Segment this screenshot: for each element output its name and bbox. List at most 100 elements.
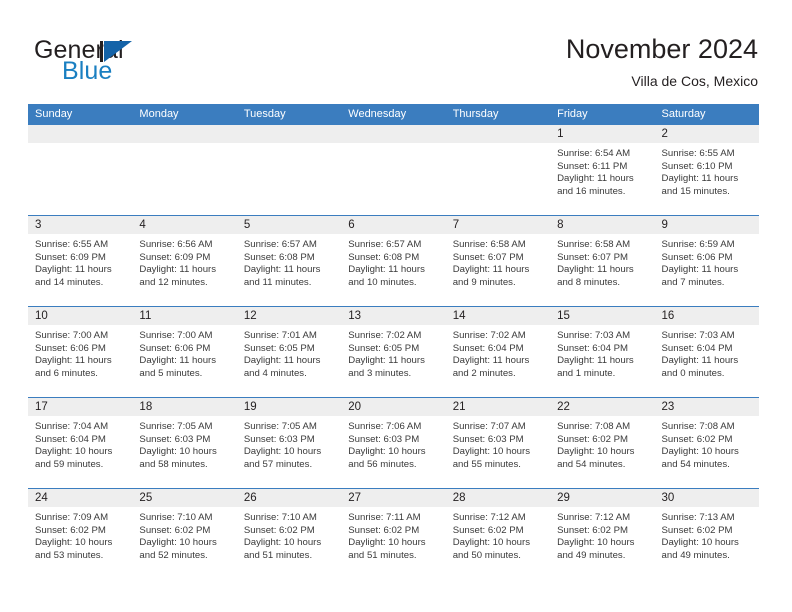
daylight-text-line1: Daylight: 11 hours (661, 264, 739, 276)
day-cell[interactable]: Sunrise: 6:57 AM Sunset: 6:08 PM Daylight:… (237, 234, 341, 306)
sunset-text: Sunset: 6:03 PM (452, 433, 524, 445)
day-cell[interactable]: Sunrise: 7:00 AM Sunset: 6:06 PM Daylight:… (28, 325, 132, 397)
day-cell[interactable]: Sunrise: 7:10 AM Sunset: 6:02 PM Daylight:… (132, 507, 236, 579)
day-number[interactable]: 15 (550, 307, 654, 325)
day-cell[interactable]: Sunrise: 7:05 AM Sunset: 6:03 PM Daylight:… (237, 416, 341, 488)
day-cell[interactable]: Sunrise: 7:00 AM Sunset: 6:06 PM Daylight:… (132, 325, 236, 397)
day-number[interactable]: 20 (341, 398, 445, 416)
day-number[interactable]: 16 (655, 307, 759, 325)
day-cell[interactable]: Sunrise: 6:54 AM Sunset: 6:11 PM Daylight:… (550, 143, 654, 215)
sunset-text: Sunset: 6:07 PM (557, 251, 629, 263)
daylight-text-line2: and 6 minutes. (35, 367, 98, 379)
sunrise-text: Sunrise: 7:00 AM (35, 330, 109, 341)
sunrise-text: Sunrise: 7:08 AM (661, 421, 735, 432)
sunrise-text: Sunrise: 7:03 AM (661, 330, 735, 341)
day-number[interactable]: 9 (655, 216, 759, 234)
daylight-text-line1: Daylight: 11 hours (243, 264, 321, 276)
daylight-text-line2: and 9 minutes. (452, 276, 516, 288)
day-number[interactable]: 7 (446, 216, 550, 234)
day-cell[interactable]: Sunrise: 7:13 AM Sunset: 6:02 PM Daylight:… (655, 507, 759, 579)
day-number[interactable]: 25 (132, 489, 236, 507)
day-number[interactable]: 28 (446, 489, 550, 507)
day-cell[interactable]: Sunrise: 6:57 AM Sunset: 6:08 PM Daylight:… (341, 234, 445, 306)
daylight-text-line2: and 3 minutes. (348, 367, 412, 379)
day-number[interactable]: 13 (341, 307, 445, 325)
daylight-text-line1: Daylight: 11 hours (661, 355, 739, 367)
day-number[interactable]: 10 (28, 307, 132, 325)
day-number[interactable]: 22 (550, 398, 654, 416)
day-cell[interactable]: Sunrise: 7:01 AM Sunset: 6:05 PM Daylight:… (237, 325, 341, 397)
day-number[interactable]: 2 (655, 125, 759, 143)
daylight-text-line2: and 4 minutes. (243, 367, 307, 379)
day-number[interactable]: 3 (28, 216, 132, 234)
day-cell[interactable]: Sunrise: 7:07 AM Sunset: 6:03 PM Daylight:… (446, 416, 550, 488)
day-cell[interactable]: Sunrise: 6:55 AM Sunset: 6:10 PM Daylight:… (655, 143, 759, 215)
daylight-text-line1: Daylight: 10 hours (557, 446, 635, 458)
daylight-text-line2: and 50 minutes. (452, 549, 521, 561)
day-cell[interactable]: Sunrise: 6:55 AM Sunset: 6:09 PM Daylight:… (28, 234, 132, 306)
day-cell[interactable]: Sunrise: 7:03 AM Sunset: 6:04 PM Daylight:… (550, 325, 654, 397)
day-number[interactable]: 8 (550, 216, 654, 234)
day-number[interactable]: 27 (341, 489, 445, 507)
day-cell[interactable]: Sunrise: 6:56 AM Sunset: 6:09 PM Daylight:… (132, 234, 236, 306)
day-cell[interactable]: Sunrise: 7:08 AM Sunset: 6:02 PM Daylight:… (655, 416, 759, 488)
day-cell[interactable]: Sunrise: 6:58 AM Sunset: 6:07 PM Daylight:… (550, 234, 654, 306)
day-cell[interactable]: Sunrise: 7:06 AM Sunset: 6:03 PM Daylight:… (341, 416, 445, 488)
daylight-text-line1: Daylight: 11 hours (35, 355, 112, 367)
day-cell[interactable]: Sunrise: 7:03 AM Sunset: 6:04 PM Daylight:… (655, 325, 759, 397)
calendar-weeks: 1 2 Sunrise: 6:54 AM Sunset: 6:11 PM Dayligh… (28, 125, 759, 579)
daylight-text-line1: Daylight: 10 hours (452, 537, 531, 549)
day-number[interactable]: 11 (132, 307, 236, 325)
day-number[interactable]: 6 (341, 216, 445, 234)
day-cell[interactable]: Sunrise: 6:58 AM Sunset: 6:07 PM Daylight:… (446, 234, 550, 306)
weekday-header-saturday: Saturday (661, 108, 706, 120)
day-number[interactable]: 12 (237, 307, 341, 325)
day-cell[interactable]: Sunrise: 7:02 AM Sunset: 6:05 PM Daylight:… (341, 325, 445, 397)
sunset-text: Sunset: 6:03 PM (243, 433, 315, 445)
day-cell[interactable]: Sunrise: 7:04 AM Sunset: 6:04 PM Daylight:… (28, 416, 132, 488)
day-cell[interactable]: Sunrise: 7:10 AM Sunset: 6:02 PM Daylight:… (237, 507, 341, 579)
daylight-text-line2: and 8 minutes. (557, 276, 621, 288)
weekday-header-row: Sunday Monday Tuesday Wednesday Thursday Frid… (28, 104, 759, 125)
sunset-text: Sunset: 6:02 PM (557, 433, 629, 445)
day-number[interactable]: 21 (446, 398, 550, 416)
day-number[interactable]: 23 (655, 398, 759, 416)
weekday-header-monday: Monday (139, 108, 179, 120)
day-number[interactable]: 5 (237, 216, 341, 234)
day-number[interactable]: 1 (550, 125, 654, 143)
sunset-text: Sunset: 6:02 PM (661, 524, 733, 536)
day-number[interactable]: 4 (132, 216, 236, 234)
day-number[interactable]: 26 (237, 489, 341, 507)
day-number[interactable]: 30 (655, 489, 759, 507)
daylight-text-line1: Daylight: 11 hours (139, 355, 217, 367)
day-cell[interactable]: Sunrise: 7:02 AM Sunset: 6:04 PM Daylight:… (446, 325, 550, 397)
day-number[interactable]: 17 (28, 398, 132, 416)
daylight-text-line2: and 59 minutes. (35, 458, 104, 470)
sunset-text: Sunset: 6:06 PM (139, 342, 211, 354)
day-number[interactable]: 14 (446, 307, 550, 325)
day-cell[interactable]: Sunrise: 7:09 AM Sunset: 6:02 PM Daylight:… (28, 507, 132, 579)
day-number[interactable]: 18 (132, 398, 236, 416)
weekday-header-thursday: Thursday (452, 108, 499, 120)
day-cell[interactable]: Sunrise: 7:12 AM Sunset: 6:02 PM Daylight:… (550, 507, 654, 579)
day-cell[interactable]: Sunrise: 7:12 AM Sunset: 6:02 PM Daylight:… (446, 507, 550, 579)
day-cell[interactable]: Sunrise: 7:11 AM Sunset: 6:02 PM Daylight:… (341, 507, 445, 579)
daylight-text-line2: and 10 minutes. (348, 276, 417, 288)
daylight-text-line2: and 1 minute. (557, 367, 616, 379)
daylight-text-line2: and 58 minutes. (139, 458, 208, 470)
calendar-page: General Blue November 2024 Villa de Cos,… (0, 0, 792, 612)
day-cell[interactable]: Sunrise: 6:59 AM Sunset: 6:06 PM Daylight:… (655, 234, 759, 306)
sunrise-text: Sunrise: 6:55 AM (35, 239, 109, 250)
daylight-text-line1: Daylight: 11 hours (452, 264, 530, 276)
brand-logo[interactable]: General Blue (34, 36, 244, 88)
sunrise-text: Sunrise: 7:03 AM (557, 330, 631, 341)
daylight-text-line2: and 15 minutes. (661, 185, 730, 197)
day-number[interactable]: 19 (237, 398, 341, 416)
day-cell[interactable]: Sunrise: 7:08 AM Sunset: 6:02 PM Daylight:… (550, 416, 654, 488)
sunrise-text: Sunrise: 6:57 AM (348, 239, 422, 250)
daylight-text-line2: and 54 minutes. (557, 458, 626, 470)
sunset-text: Sunset: 6:07 PM (452, 251, 524, 263)
day-number[interactable]: 29 (550, 489, 654, 507)
day-number[interactable]: 24 (28, 489, 132, 507)
day-cell[interactable]: Sunrise: 7:05 AM Sunset: 6:03 PM Daylight:… (132, 416, 236, 488)
